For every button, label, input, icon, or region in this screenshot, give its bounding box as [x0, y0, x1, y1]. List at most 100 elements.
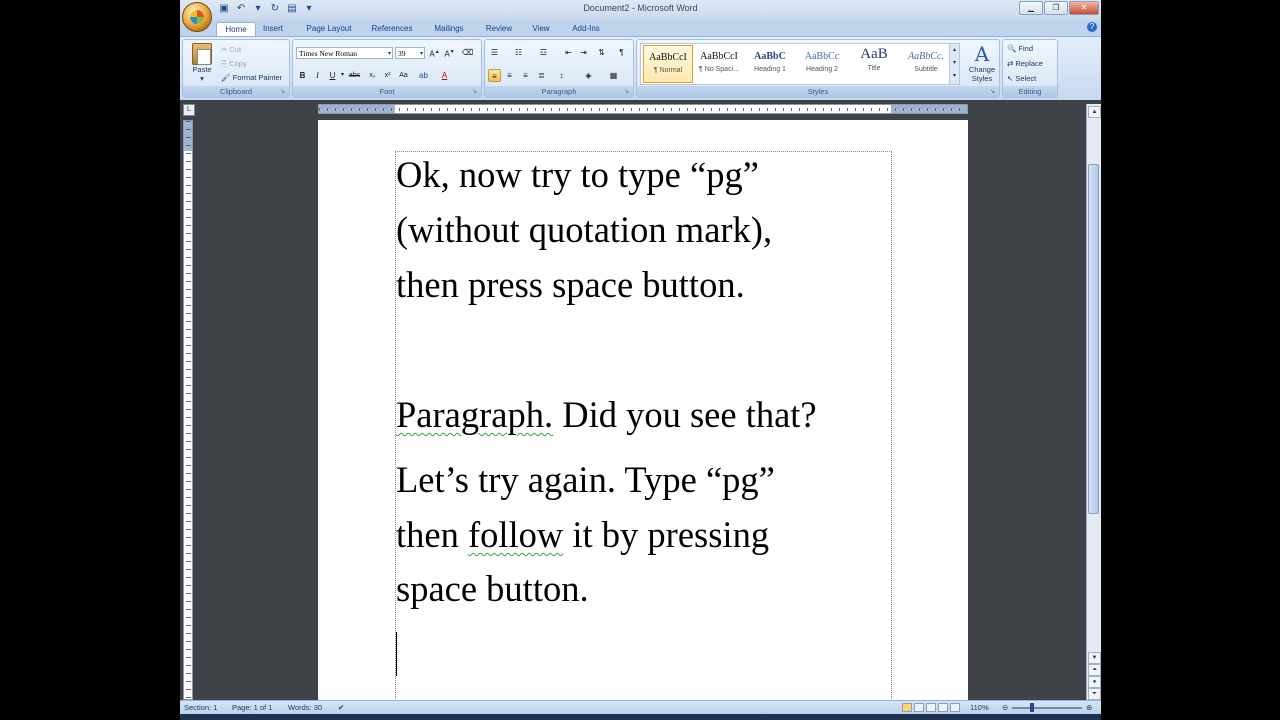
select-button[interactable]: ↖ Select [1007, 74, 1036, 83]
style-sample: AaBbCcI [649, 52, 687, 63]
sort-icon[interactable]: ⇅ [595, 46, 608, 59]
font-name-box[interactable]: Times New Roman ▾ [296, 47, 393, 59]
zoom-in-icon[interactable]: ⊕ [1086, 703, 1092, 712]
scroll-down-icon[interactable]: ▼ [1088, 652, 1101, 664]
shrink-font-icon[interactable]: A▼ [443, 46, 456, 59]
zoom-slider[interactable] [1012, 707, 1082, 709]
draft-icon[interactable] [950, 703, 960, 712]
word-count[interactable]: Words: 30 [288, 703, 322, 712]
bold-icon[interactable]: B [296, 69, 309, 82]
outline-icon[interactable] [938, 703, 948, 712]
dialog-launcher-icon[interactable]: ↘ [280, 89, 287, 96]
web-layout-icon[interactable] [926, 703, 936, 712]
proofing-icon[interactable]: ✔ [338, 703, 344, 712]
align-right-icon[interactable]: ≡ [519, 69, 532, 82]
scroll-up-icon[interactable]: ▲ [1088, 106, 1101, 118]
style-no-spacing[interactable]: AaBbCcI ¶ No Spaci... [694, 45, 744, 83]
style-heading-1[interactable]: AaBbC Heading 1 [745, 45, 795, 83]
zoom-level[interactable]: 110% [970, 703, 989, 712]
tab-selector[interactable]: L [183, 104, 195, 116]
doc-line-2: (without quotation mark), [396, 209, 773, 250]
font-color-icon[interactable]: A [438, 69, 451, 82]
dialog-launcher-icon[interactable]: ↘ [624, 89, 631, 96]
change-styles-button[interactable]: A Change Styles [965, 43, 999, 83]
full-screen-reading-icon[interactable] [914, 703, 924, 712]
paste-button[interactable]: Paste ▾ [187, 43, 217, 83]
dialog-launcher-icon[interactable]: ↘ [472, 89, 479, 96]
select-label: Select [1015, 74, 1037, 83]
grow-font-icon[interactable]: A▲ [428, 46, 441, 59]
close-icon[interactable]: ✕ [1069, 1, 1099, 15]
format-painter-button[interactable]: 🖌 Format Painter [221, 73, 282, 82]
gallery-scroll[interactable]: ▴ ▾ ▾ [949, 44, 959, 84]
multilevel-list-icon[interactable]: ☲ [537, 46, 550, 59]
page-indicator[interactable]: Page: 1 of 1 [232, 703, 272, 712]
show-formatting-icon[interactable]: ¶ [615, 46, 628, 59]
tab-review[interactable]: Review [482, 22, 516, 36]
superscript-icon[interactable]: x² [381, 69, 394, 82]
italic-icon[interactable]: I [311, 69, 324, 82]
subscript-icon[interactable]: x₂ [366, 69, 379, 82]
dialog-launcher-icon[interactable]: ↘ [990, 89, 997, 96]
clear-formatting-icon[interactable]: ⌫ [461, 46, 474, 59]
next-page-icon[interactable]: ⏷ [1088, 688, 1101, 700]
align-center-icon[interactable]: ≡ [503, 69, 516, 82]
text-cursor [396, 632, 397, 676]
decrease-indent-icon[interactable]: ⇤ [562, 46, 575, 59]
zoom-slider-thumb[interactable] [1030, 703, 1034, 712]
tab-mailings[interactable]: Mailings [428, 22, 470, 36]
style-normal[interactable]: AaBbCcI ¶ Normal [643, 45, 693, 83]
align-left-icon[interactable]: ≡ [488, 69, 501, 82]
highlight-icon[interactable]: ab [417, 69, 430, 82]
word-window: ▣ ↶ ▾ ↻ ▤ ▾ Document2 - Microsoft Word ▁… [180, 0, 1101, 720]
style-sample: AaB [860, 46, 888, 62]
clipboard-group: Paste ▾ ✂ Cut ⎘ Copy 🖌 Format Painter Cl… [182, 39, 290, 98]
doc-line-6-start: then [396, 514, 468, 555]
doc-line-5: Let’s try again. Type “pg” [396, 452, 775, 507]
style-heading-2[interactable]: AaBbCc Heading 2 [797, 45, 847, 83]
document-page[interactable]: Ok, now try to type “pg” (without quotat… [318, 120, 968, 720]
strikethrough-icon[interactable]: abc [348, 69, 361, 82]
tab-add-ins[interactable]: Add-Ins [566, 22, 606, 36]
font-size-box[interactable]: 39 ▾ [395, 47, 425, 59]
replace-button[interactable]: ⇄ Replace [1007, 59, 1043, 68]
tab-home[interactable]: Home [216, 22, 256, 37]
numbering-icon[interactable]: ☷ [512, 46, 525, 59]
section-indicator[interactable]: Section: 1 [184, 703, 217, 712]
vertical-ruler[interactable] [183, 120, 193, 700]
cut-button[interactable]: ✂ Cut [221, 45, 241, 54]
restore-icon[interactable]: ❐ [1044, 1, 1068, 15]
increase-indent-icon[interactable]: ⇥ [577, 46, 590, 59]
tab-references[interactable]: References [366, 22, 418, 36]
select-icon: ↖ [1007, 74, 1014, 83]
justify-icon[interactable]: ≣ [535, 69, 548, 82]
left-letterbox [0, 0, 180, 720]
style-subtitle[interactable]: AaBbCc. Subtitle [901, 45, 951, 83]
vertical-scrollbar[interactable]: ▲ ▼ ⏶ ● ⏷ [1086, 104, 1101, 700]
change-case-icon[interactable]: Aa [397, 69, 410, 82]
tab-insert[interactable]: Insert [258, 22, 288, 36]
help-icon[interactable]: ? [1087, 22, 1097, 32]
tab-view[interactable]: View [528, 22, 554, 36]
scroll-thumb[interactable] [1088, 164, 1099, 514]
doc-line-5-text: Let’s try again. Type “pg” [396, 459, 775, 500]
horizontal-ruler[interactable] [318, 104, 968, 114]
bullets-icon[interactable]: ☰ [488, 46, 501, 59]
minimize-icon[interactable]: ▁ [1019, 1, 1043, 15]
shading-icon[interactable]: ◈ [582, 69, 595, 82]
find-button[interactable]: 🔍 Find [1007, 44, 1033, 53]
office-button[interactable] [182, 2, 212, 32]
style-name: ¶ No Spaci... [699, 66, 739, 73]
tab-page-layout[interactable]: Page Layout [301, 22, 357, 36]
borders-icon[interactable]: ▦ [607, 69, 620, 82]
print-layout-icon[interactable] [902, 703, 912, 712]
zoom-out-icon[interactable]: ⊖ [1002, 703, 1008, 712]
paragraph-group: ☰ ☷ ☲ ⇤ ⇥ ⇅ ¶ ≡ ≡ ≡ ≣ ↕ ◈ ▦ Paragraph ↘ [484, 39, 634, 98]
prev-page-icon[interactable]: ⏶ [1088, 664, 1101, 676]
line-spacing-icon[interactable]: ↕ [555, 69, 568, 82]
style-sample: AaBbC [754, 51, 786, 62]
style-sample: AaBbCc. [908, 51, 944, 62]
copy-button[interactable]: ⎘ Copy [221, 59, 247, 69]
style-title[interactable]: AaB Title [849, 45, 899, 83]
select-browse-object-icon[interactable]: ● [1088, 676, 1101, 688]
